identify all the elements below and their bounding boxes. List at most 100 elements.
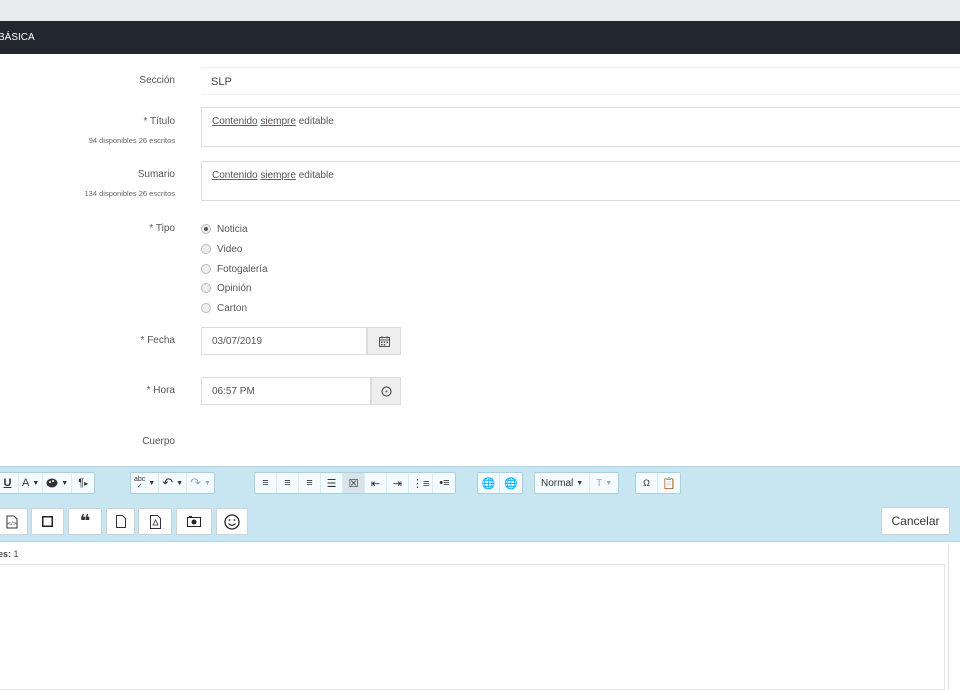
chevron-down-icon: ▼ [148,479,156,487]
radio-icon[interactable] [201,303,211,313]
clear-format-icon: ☒ [348,477,359,490]
titulo-field[interactable]: Contenido siempre editable [201,107,960,147]
special-chars-icon: Ω [643,478,650,488]
spellcheck-button[interactable]: abc ✓ ▼ [131,473,160,493]
titulo-word-2: siempre [260,116,296,127]
smiley-icon [224,513,240,530]
align-justify-button[interactable]: ☰ [321,473,343,493]
history-group: abc ✓ ▼ ↶ ▼ ↷ ▼ [130,472,215,494]
box-button[interactable] [31,508,64,535]
outdent-button[interactable]: ⇤ [365,473,387,493]
cancel-button[interactable]: Cancelar [881,507,950,535]
align-center-icon: ≡ [284,477,291,489]
unlink-button[interactable]: 🌐 [500,473,522,493]
seccion-label: Sección [139,75,175,86]
titulo-label: * Título [143,116,176,127]
undo-button[interactable]: ↶ ▼ [159,473,188,493]
outdent-icon: ⇤ [370,477,381,490]
document-icon [115,515,126,528]
paste-button[interactable]: 📋 [658,473,680,493]
misc-group: Ω 📋 [635,472,681,494]
size-select[interactable]: T ▼ [590,473,618,493]
sumario-label: Sumario [137,169,175,180]
format-select[interactable]: Normal ▼ [535,473,591,493]
spellcheck-icon: abc ✓ [134,476,146,490]
calendar-icon [378,335,390,347]
clock-button[interactable] [371,377,401,405]
titulo-word-3: editable [298,116,334,127]
chevron-down-icon: ▼ [61,479,69,487]
indent-button[interactable]: ⇥ [387,473,409,493]
ordered-list-icon: ⋮≡ [412,477,430,490]
editor-status-label: es: [0,549,12,559]
special-chars-button[interactable]: Ω [636,473,658,493]
background-color-button[interactable]: ▼ [43,473,73,493]
radio-icon[interactable] [201,283,211,293]
chevron-down-icon: ▼ [203,479,211,487]
tipo-option-noticia[interactable]: Noticia [201,222,248,236]
tipo-option-label: Video [217,243,243,255]
section-header: BÁSICA [0,21,960,54]
align-center-button[interactable]: ≡ [277,473,299,493]
titulo-word-1: Contenido [212,116,258,127]
section-header-title: BÁSICA [0,32,35,43]
align-right-button[interactable]: ≡ [299,473,321,493]
document-button[interactable] [106,508,135,535]
tipo-option-label: Fotogalería [217,263,268,275]
quote-icon: ❝ [79,511,91,531]
emoji-button[interactable] [216,508,248,535]
radio-icon[interactable] [201,264,211,274]
chevron-down-icon: ▼ [605,479,613,487]
calendar-button[interactable] [367,327,401,355]
photo-button[interactable] [176,508,212,535]
source-code-button[interactable]: </> [0,508,28,535]
tipo-label: * Tipo [149,223,175,234]
editor-status: es: 1 [0,549,19,559]
radio-icon[interactable] [201,224,211,234]
font-color-label: A [22,477,30,489]
titulo-counter: 94 disponibles 26 escritos [88,136,175,145]
square-icon [42,516,53,527]
sumario-word-2: siempre [260,170,296,181]
radio-icon[interactable] [201,244,211,254]
editor-body[interactable] [0,564,945,690]
sumario-field[interactable]: Contenido siempre editable [201,161,960,201]
tipo-option-video[interactable]: Video [201,242,242,256]
sumario-counter: 134 disponibles 26 escritos [84,189,175,198]
tipo-option-carton[interactable]: Carton [201,301,247,315]
link-group: 🌐 🌐 [477,472,523,494]
format-group: Normal ▼ T ▼ [534,472,620,494]
palette-icon [46,478,58,488]
paragraph-button[interactable]: ¶ ▸ [72,473,94,493]
top-strip [0,0,960,21]
svg-text:</>: </> [7,521,17,527]
scrollbar-track[interactable] [948,545,949,690]
clear-format-button[interactable]: ☒ [343,473,365,493]
cuerpo-label: Cuerpo [142,436,175,447]
redo-icon: ↷ [190,475,201,490]
tipo-option-fotogaleria[interactable]: Fotogalería [201,262,268,276]
align-left-button[interactable]: ≡ [255,473,277,493]
globe-unlink-icon: 🌐 [504,477,518,490]
pdf-file-icon [149,514,161,529]
tipo-option-label: Carton [217,302,248,314]
globe-link-icon: 🌐 [481,477,496,490]
redo-button[interactable]: ↷ ▼ [187,473,214,493]
align-right-icon: ≡ [306,477,313,489]
undo-icon: ↶ [162,475,174,490]
ordered-list-button[interactable]: ⋮≡ [409,473,434,493]
pdf-button[interactable] [138,508,172,535]
sumario-word-1: Contenido [212,170,258,181]
hora-input[interactable]: 06:57 PM [201,377,371,405]
fecha-input[interactable]: 03/07/2019 [201,327,367,355]
tipo-option-opinion[interactable]: Opinión [201,281,251,295]
align-left-icon: ≡ [262,477,269,489]
font-color-button[interactable]: A ▼ [19,473,44,493]
bullet-list-button[interactable]: •≡ [433,473,455,493]
underline-button[interactable]: U [0,473,19,493]
hora-label: * Hora [146,385,175,396]
tipo-option-label: Noticia [217,223,248,235]
quote-button[interactable]: ❝ [68,508,102,535]
seccion-value[interactable]: SLP [201,67,960,95]
link-button[interactable]: 🌐 [478,473,500,493]
